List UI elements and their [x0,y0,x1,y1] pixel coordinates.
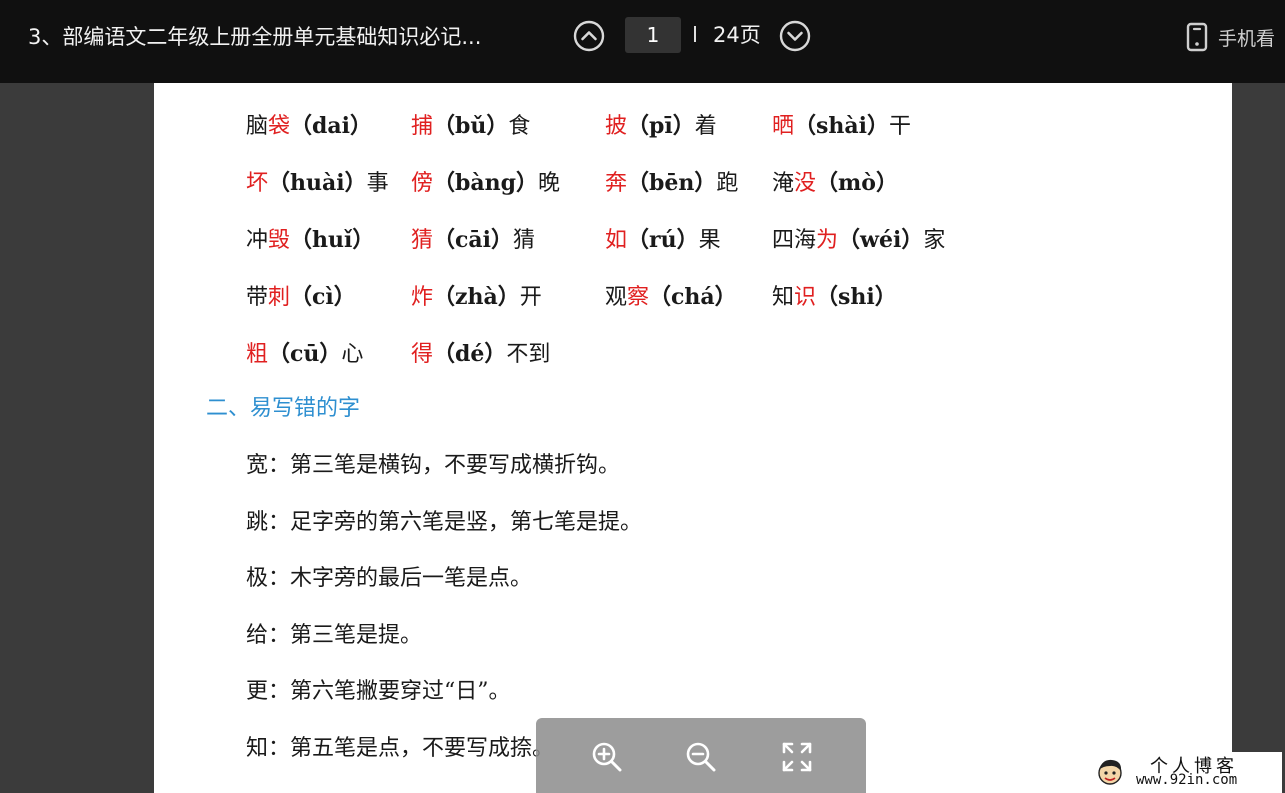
vocab-word: 傍（bàng）晚 [411,168,560,199]
note-line: 更：第六笔撇要穿过“日”。 [246,679,511,704]
mobile-view-label: 手机看 [1218,27,1276,50]
pinyin: （cū） [268,341,342,367]
highlighted-character: 识 [794,285,817,310]
highlighted-character: 捕 [411,114,434,139]
chevron-down-circle-icon[interactable] [779,20,811,52]
vocab-word: 如（rú）果 [605,225,721,256]
vocab-word: 坏（huài）事 [246,168,389,199]
pinyin: （huǐ） [290,227,375,253]
highlighted-character: 为 [816,228,839,253]
word-part: 知 [772,285,795,310]
vocab-word: 得（dé）不到 [411,339,550,370]
total-pages: 24页 [713,23,761,47]
watermark-url: www.92in.com [1136,772,1238,788]
pinyin: （cāi） [433,227,514,253]
word-part: 猜 [513,228,536,253]
pinyin: （dai） [290,113,373,139]
note-line: 宽：第三笔是横钩，不要写成横折钩。 [246,453,621,478]
vocab-word: 知识（shi） [772,282,897,313]
highlighted-character: 袋 [268,114,291,139]
section-heading: 二、易写错的字 [206,396,361,421]
vocab-word: 捕（bǔ）食 [411,111,530,142]
highlighted-character: 没 [794,171,817,196]
word-part: 带 [246,285,269,310]
vocab-word: 粗（cū）心 [246,339,363,370]
highlighted-character: 毁 [268,228,291,253]
vocab-word: 猜（cāi）猜 [411,225,535,256]
pinyin: （bēn） [627,170,717,196]
pinyin: （chá） [649,284,737,310]
highlighted-character: 猜 [411,228,434,253]
word-part: 开 [519,285,542,310]
vocab-word: 脑袋（dai） [246,111,372,142]
zoom-controls [536,718,866,793]
note-line: 极：木字旁的最后一笔是点。 [246,566,533,591]
vocab-word: 炸（zhà）开 [411,282,542,313]
vocab-word: 奔（bēn）跑 [605,168,738,199]
word-part: 心 [341,342,364,367]
word-part: 淹 [772,171,795,196]
pinyin: （dé） [433,341,507,367]
pinyin: （bǔ） [433,113,509,139]
word-part: 冲 [246,228,269,253]
pinyin: （bàng） [433,170,539,196]
mobile-view-button[interactable]: 手机看 [1186,21,1275,53]
vocab-word: 晒（shài）干 [772,111,911,142]
vocab-word: 带刺（cì） [246,282,356,313]
pinyin: （huài） [268,170,367,196]
word-part: 四海 [772,228,817,253]
highlighted-character: 披 [605,114,628,139]
site-watermark: 个人博客 www.92in.com [1090,752,1282,793]
vocab-word: 四海为（wéi）家 [772,225,945,256]
note-line: 跳：足字旁的第六笔是竖，第七笔是提。 [246,510,643,535]
highlighted-character: 察 [627,285,650,310]
page-separator [694,26,696,42]
zoom-out-icon[interactable] [684,740,718,774]
pinyin: （zhà） [433,284,520,310]
note-line: 知：第五笔是点，不要写成捺。 [246,736,555,761]
word-part: 着 [694,114,717,139]
cartoon-face-icon [1098,759,1122,785]
highlighted-character: 奔 [605,171,628,196]
highlighted-character: 坏 [246,171,269,196]
pinyin: （mò） [816,170,898,196]
word-part: 食 [508,114,531,139]
highlighted-character: 刺 [268,285,291,310]
chevron-up-circle-icon[interactable] [573,20,605,52]
word-part: 观 [605,285,628,310]
highlighted-character: 如 [605,228,628,253]
pinyin: （cì） [290,284,356,310]
pinyin: （shài） [794,113,890,139]
word-part: 干 [889,114,912,139]
viewer-toolbar: 3、部编语文二年级上册全册单元基础知识必记... 24页 手机看 [0,0,1285,83]
word-part: 晚 [538,171,561,196]
word-part: 跑 [716,171,739,196]
vocab-word: 淹没（mò） [772,168,898,199]
word-part: 事 [366,171,389,196]
highlighted-character: 粗 [246,342,269,367]
document-page: 脑袋（dai） 捕（bǔ）食 披（pī）着 晒（shài）干坏（huài）事 傍（bàn… [154,83,1232,793]
pinyin: （shi） [816,284,897,310]
page-number-input[interactable] [625,17,681,53]
highlighted-character: 晒 [772,114,795,139]
zoom-in-icon[interactable] [590,740,624,774]
word-part: 脑 [246,114,269,139]
fullscreen-icon[interactable] [780,740,814,774]
note-line: 给：第三笔是提。 [246,623,423,648]
highlighted-character: 得 [411,342,434,367]
word-part: 不到 [506,342,551,367]
vocab-word: 观察（chá） [605,282,737,313]
pinyin: （wéi） [838,227,924,253]
word-part: 果 [698,228,721,253]
document-title: 3、部编语文二年级上册全册单元基础知识必记... [28,25,482,49]
word-part: 家 [923,228,946,253]
highlighted-character: 炸 [411,285,434,310]
highlighted-character: 傍 [411,171,434,196]
vocab-word: 披（pī）着 [605,111,717,142]
pinyin: （rú） [627,227,699,253]
phone-icon [1186,22,1208,52]
vocab-word: 冲毁（huǐ） [246,225,374,256]
pinyin: （pī） [627,113,695,139]
